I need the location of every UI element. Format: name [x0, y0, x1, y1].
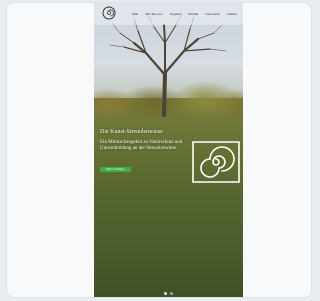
nav-item-start[interactable]: Start [132, 12, 138, 16]
top-navigation: Start Wir über uns Angebot Kontakt Impre… [94, 3, 243, 25]
slider-dots [94, 292, 243, 295]
nav-item-imprint[interactable]: Impressum [205, 12, 220, 16]
spiral-logo-icon[interactable] [102, 6, 116, 20]
nav-item-about[interactable]: Wir über uns [145, 12, 162, 16]
hero-subtitle: Ein Mitmachangebot zu Naturschutz und Um… [100, 140, 183, 151]
preview-card: Start Wir über uns Angebot Kontakt Impre… [6, 2, 312, 298]
hero-text: Die Kunst-Streuobstwiese Ein Mitmachange… [100, 129, 184, 175]
slider-dot[interactable] [164, 292, 167, 295]
hero-title: Die Kunst-Streuobstwiese [100, 129, 163, 135]
cta-button[interactable]: Mehr erfahren [100, 167, 131, 172]
spiral-emblem-icon [192, 141, 240, 183]
nav-item-gallery[interactable]: Galerie [227, 12, 237, 16]
slider-dot[interactable] [170, 292, 173, 295]
nav-menu: Start Wir über uns Angebot Kontakt Impre… [132, 3, 237, 25]
nav-item-offer[interactable]: Angebot [170, 12, 181, 16]
nav-item-contact[interactable]: Kontakt [188, 12, 198, 16]
mobile-page-preview: Start Wir über uns Angebot Kontakt Impre… [94, 3, 243, 297]
